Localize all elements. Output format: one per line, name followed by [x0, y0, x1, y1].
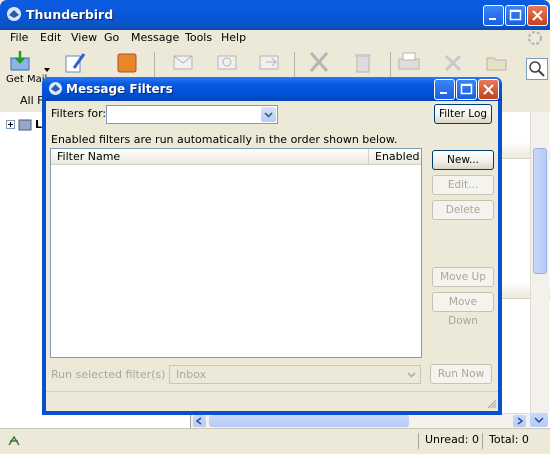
minimize-icon — [489, 18, 496, 20]
scroll-left-button[interactable] — [193, 415, 206, 427]
write-button[interactable] — [62, 50, 92, 78]
run-now-button[interactable]: Run Now — [430, 364, 492, 384]
forward-button[interactable] — [256, 50, 286, 78]
get-mail-icon — [10, 51, 30, 71]
delete-filter-button[interactable]: Delete — [432, 200, 494, 220]
dialog-title-bar[interactable]: Message Filters — [42, 77, 502, 101]
menu-edit[interactable]: Edit — [40, 31, 61, 44]
dropdown-arrow-icon[interactable] — [44, 68, 50, 72]
dialog-minimize-button[interactable] — [434, 79, 455, 100]
minimize-button[interactable] — [483, 5, 504, 26]
title-bar[interactable]: Thunderbird — [0, 0, 550, 30]
search-button[interactable] — [526, 58, 548, 80]
move-up-button[interactable]: Move Up — [432, 267, 494, 287]
new-filter-button[interactable]: New... — [432, 150, 494, 170]
resize-grip-icon[interactable] — [486, 398, 497, 409]
menu-bar: File Edit View Go Message Tools Help — [0, 30, 550, 48]
unread-count: Unread: 0 — [418, 433, 484, 449]
thunderbird-logo-icon — [7, 7, 21, 21]
menu-message[interactable]: Message — [131, 31, 179, 44]
address-book-icon — [117, 53, 137, 73]
forward-icon — [259, 55, 279, 70]
folder-icon — [486, 57, 507, 71]
menu-tools[interactable]: Tools — [185, 31, 212, 44]
thunderbird-logo-icon — [49, 82, 62, 95]
reply-all-icon — [217, 55, 237, 70]
scroll-thumb[interactable] — [533, 148, 547, 274]
window-title: Thunderbird — [26, 7, 114, 22]
arrow-down-icon — [534, 417, 544, 424]
file-button[interactable] — [484, 50, 514, 78]
throbber-icon — [528, 31, 542, 45]
close-icon — [532, 10, 543, 21]
menu-view[interactable]: View — [71, 31, 97, 44]
filter-name-column[interactable]: Filter Name — [51, 149, 369, 165]
maximize-button[interactable] — [505, 5, 526, 26]
expand-icon[interactable] — [6, 120, 15, 129]
delete-toolbar-button[interactable] — [306, 50, 336, 78]
close-icon — [483, 84, 494, 95]
dialog-divider — [46, 391, 498, 392]
print-button[interactable] — [396, 50, 426, 78]
filters-for-label: Filters for: — [51, 107, 107, 120]
edit-filter-button[interactable]: Edit... — [432, 175, 494, 195]
reply-icon — [173, 55, 193, 70]
h-scroll-thumb[interactable] — [209, 415, 409, 427]
maximize-icon — [460, 83, 473, 95]
close-button[interactable] — [527, 5, 548, 26]
combo-arrow — [261, 107, 276, 122]
arrow-right-icon — [517, 417, 524, 425]
minimize-icon — [440, 92, 447, 94]
horizontal-scrollbar[interactable] — [191, 413, 530, 428]
delete-x-icon — [309, 52, 329, 72]
combo-arrow — [404, 367, 419, 382]
chevron-down-icon — [407, 372, 416, 378]
dialog-close-button[interactable] — [478, 79, 499, 100]
vertical-scrollbar[interactable] — [530, 112, 549, 414]
online-status-icon[interactable] — [6, 433, 22, 449]
stop-button[interactable] — [440, 50, 470, 78]
scroll-right-button[interactable] — [513, 415, 526, 427]
status-bar: Unread: 0 Total: 0 — [0, 428, 550, 454]
reply-all-button[interactable] — [214, 50, 244, 78]
search-icon — [529, 61, 545, 77]
filter-list[interactable]: Filter Name Enabled — [50, 148, 422, 358]
maximize-icon — [509, 9, 522, 21]
reply-button[interactable] — [170, 50, 200, 78]
trash-icon — [355, 54, 371, 73]
dialog-maximize-button[interactable] — [456, 79, 477, 100]
dialog-title: Message Filters — [66, 82, 173, 96]
menu-go[interactable]: Go — [104, 31, 119, 44]
move-down-button[interactable]: Move Down — [432, 292, 494, 327]
menu-help[interactable]: Help — [221, 31, 246, 44]
total-count: Total: 0 — [482, 433, 546, 449]
scroll-down-button[interactable] — [530, 413, 548, 427]
filters-for-select[interactable] — [106, 105, 278, 124]
local-folders-icon — [18, 119, 32, 131]
chevron-down-icon — [264, 112, 273, 118]
print-icon — [398, 52, 420, 70]
junk-button[interactable] — [350, 50, 380, 78]
run-on-label: Run selected filter(s) on: — [51, 368, 187, 381]
write-icon — [65, 53, 86, 73]
menu-file[interactable]: File — [10, 31, 28, 44]
run-on-folder-value: Inbox — [176, 368, 207, 381]
run-on-folder-select[interactable]: Inbox — [169, 365, 421, 384]
enabled-column[interactable]: Enabled — [369, 149, 421, 165]
filter-log-button[interactable]: Filter Log — [434, 104, 492, 124]
stop-icon — [444, 54, 462, 72]
arrow-left-icon — [195, 417, 202, 425]
filters-description: Enabled filters are run automatically in… — [51, 133, 398, 146]
address-book-button[interactable] — [114, 50, 144, 78]
